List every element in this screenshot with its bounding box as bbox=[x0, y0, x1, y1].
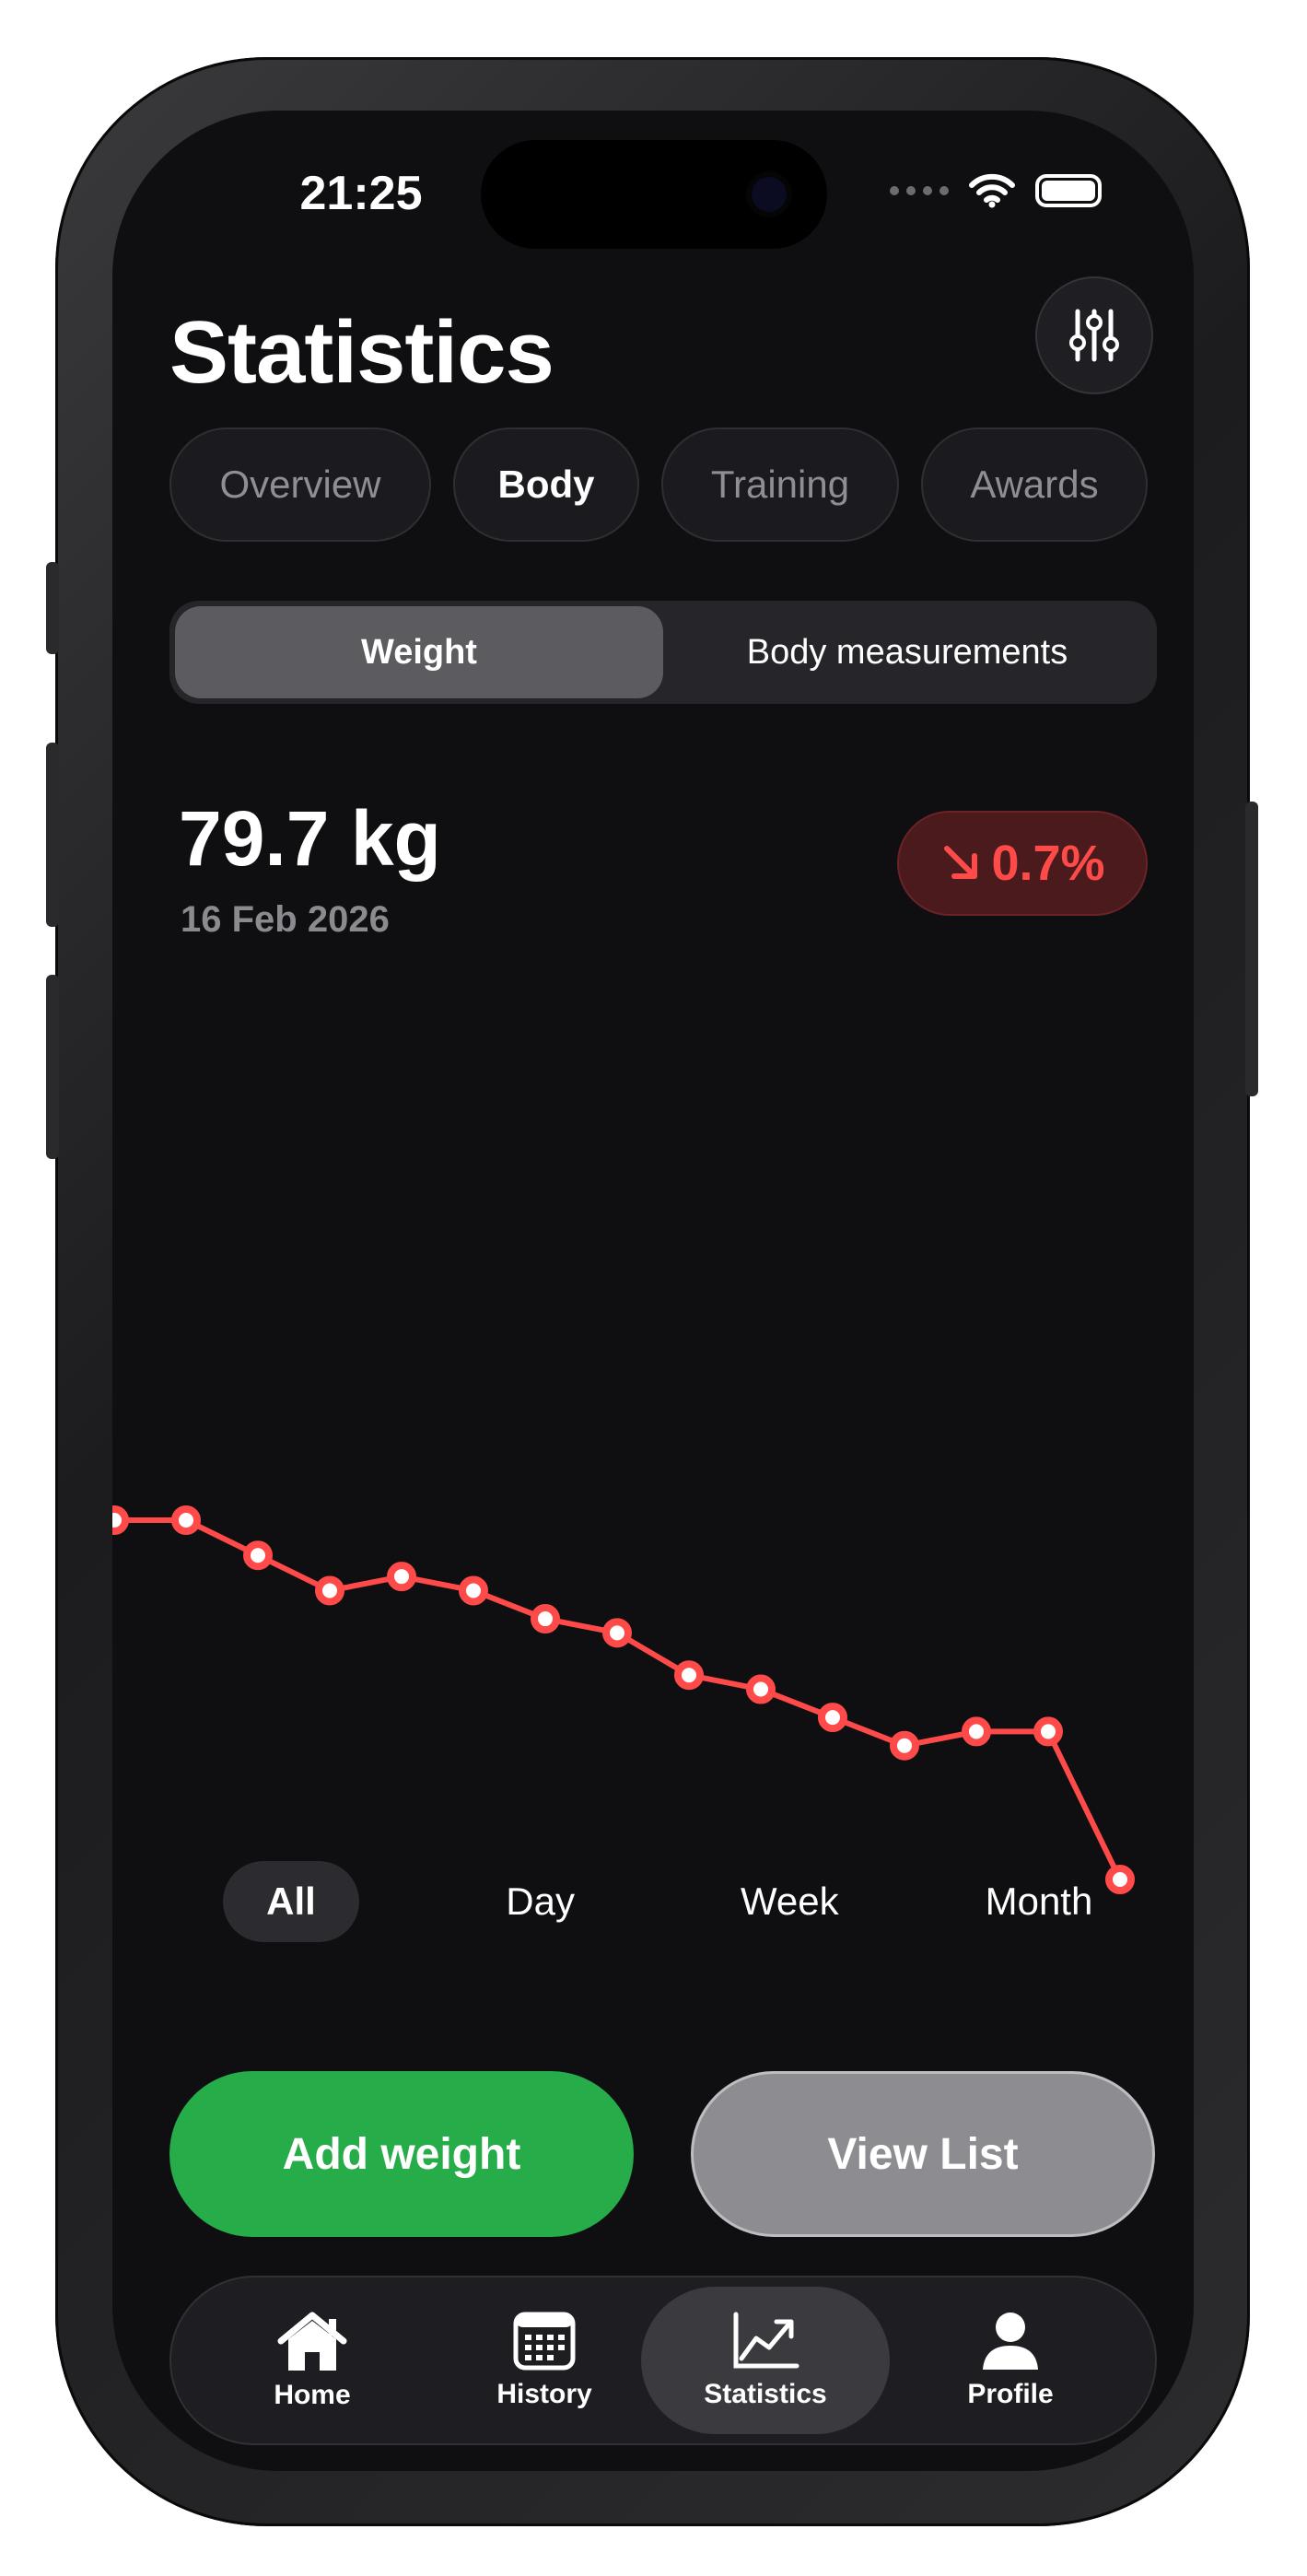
filter-button[interactable] bbox=[1035, 276, 1153, 394]
add-weight-button[interactable]: Add weight bbox=[169, 2071, 634, 2237]
status-time: 21:25 bbox=[299, 167, 423, 220]
page-title: Statistics bbox=[169, 303, 554, 402]
weight-point[interactable] bbox=[962, 1716, 991, 1747]
power-button bbox=[1245, 802, 1258, 1096]
weight-point[interactable] bbox=[1033, 1716, 1063, 1747]
weight-point[interactable] bbox=[387, 1562, 416, 1592]
dynamic-island bbox=[481, 140, 827, 249]
tabbar-home-label: Home bbox=[274, 2380, 351, 2410]
weight-point[interactable] bbox=[315, 1575, 344, 1606]
weight-point[interactable] bbox=[674, 1660, 704, 1691]
weight-point[interactable] bbox=[818, 1703, 847, 1733]
weight-point[interactable] bbox=[112, 1505, 129, 1535]
chart-icon bbox=[733, 2312, 799, 2369]
range-selector: All Day Week Month bbox=[223, 1861, 1107, 1942]
sliders-icon bbox=[1069, 309, 1119, 362]
range-all[interactable]: All bbox=[223, 1861, 359, 1942]
tabbar-statistics-label: Statistics bbox=[704, 2379, 827, 2409]
volume-down-button bbox=[46, 975, 59, 1159]
segment-weight[interactable]: Weight bbox=[175, 606, 663, 698]
tabbar-home[interactable]: Home bbox=[188, 2287, 437, 2434]
volume-up-button bbox=[46, 743, 59, 927]
tabbar-profile[interactable]: Profile bbox=[886, 2287, 1135, 2434]
current-weight: 79.7 kg bbox=[179, 795, 441, 882]
view-list-button[interactable]: View List bbox=[691, 2071, 1155, 2237]
weight-date: 16 Feb 2026 bbox=[181, 899, 390, 940]
weight-point[interactable] bbox=[1105, 1865, 1135, 1894]
tabbar-history[interactable]: History bbox=[420, 2287, 669, 2434]
tab-overview[interactable]: Overview bbox=[169, 427, 431, 542]
person-icon bbox=[983, 2313, 1038, 2370]
weight-series-line bbox=[114, 1517, 1123, 1881]
arrow-down-right-icon bbox=[944, 846, 978, 879]
segment-body-measurements[interactable]: Body measurements bbox=[663, 606, 1151, 698]
wifi-icon bbox=[969, 173, 1015, 208]
bottom-tab-bar: Home History Statistics Profile bbox=[169, 2276, 1157, 2445]
calendar-icon bbox=[513, 2312, 576, 2371]
body-segment-control: Weight Body measurements bbox=[169, 601, 1157, 704]
tabbar-statistics[interactable]: Statistics bbox=[641, 2287, 890, 2434]
battery-icon bbox=[1035, 174, 1102, 207]
weight-point[interactable] bbox=[459, 1575, 488, 1606]
weight-point[interactable] bbox=[171, 1505, 201, 1535]
action-button bbox=[46, 562, 59, 654]
weight-point[interactable] bbox=[746, 1674, 776, 1704]
app-screen: 21:25 Statistics Overview Body Training … bbox=[112, 111, 1194, 2471]
tab-training[interactable]: Training bbox=[661, 427, 899, 542]
range-week[interactable]: Week bbox=[721, 1861, 858, 1942]
section-tabs: Overview Body Training Awards bbox=[169, 427, 1155, 542]
tab-body[interactable]: Body bbox=[453, 427, 639, 542]
tabbar-history-label: History bbox=[496, 2379, 592, 2409]
range-month[interactable]: Month bbox=[971, 1861, 1107, 1942]
weight-point[interactable] bbox=[602, 1618, 632, 1648]
tab-awards[interactable]: Awards bbox=[921, 427, 1148, 542]
weight-point[interactable] bbox=[531, 1604, 560, 1634]
house-icon bbox=[277, 2312, 347, 2371]
range-day[interactable]: Day bbox=[473, 1861, 609, 1942]
weight-point[interactable] bbox=[890, 1730, 919, 1761]
change-value: 0.7% bbox=[991, 836, 1105, 891]
camera-icon bbox=[752, 177, 787, 212]
tabbar-profile-label: Profile bbox=[967, 2379, 1054, 2409]
weight-point[interactable] bbox=[243, 1540, 273, 1571]
change-badge: 0.7% bbox=[897, 811, 1148, 916]
status-indicators bbox=[890, 173, 1102, 208]
signal-icon bbox=[890, 186, 949, 195]
